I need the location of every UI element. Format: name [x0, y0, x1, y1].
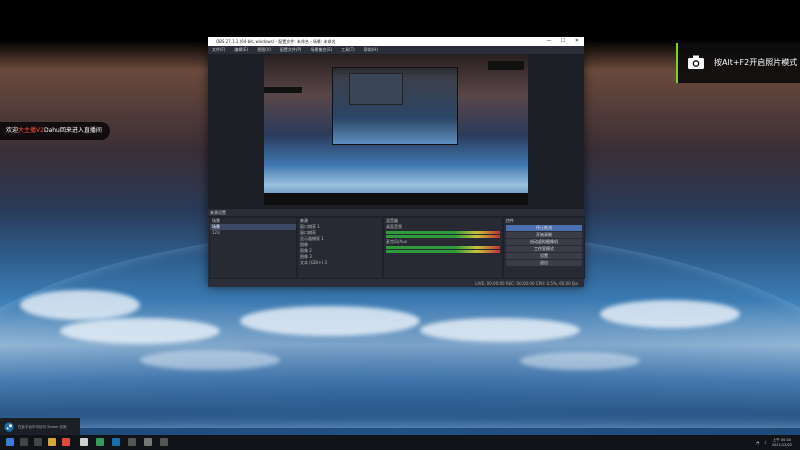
preview-tooltip	[264, 87, 302, 93]
network-icon[interactable]: ◔	[756, 440, 760, 445]
clock-date: 2021/12/02	[771, 442, 792, 447]
obs-window[interactable]: OBS 27.1.1 (64-bit, windows) - 配置文件: 未命名…	[208, 37, 585, 287]
source-item[interactable]: 文本 (GDI+) 3	[298, 260, 382, 266]
start-icon[interactable]	[6, 438, 14, 446]
close-button[interactable]: ✕	[570, 37, 584, 46]
obs-taskbar-icon[interactable]	[128, 438, 136, 446]
chrome-icon[interactable]	[96, 438, 104, 446]
mixer-dock: 混音器 桌面音频 麦克风/Aux	[383, 217, 503, 279]
scenes-dock: 场景 场景 123	[209, 217, 297, 279]
mixer-track: 桌面音频	[386, 224, 402, 229]
welcome-banner: 欢迎大主播V2Dahu回来进入直播间	[0, 122, 110, 140]
volume-icon[interactable]: ♪	[764, 440, 767, 445]
task-view-icon[interactable]	[34, 438, 42, 446]
app-icon[interactable]	[62, 438, 70, 446]
preview-control-bar	[264, 193, 528, 205]
menu-file[interactable]: 文件(F)	[212, 46, 225, 54]
obs-window-title: OBS 27.1.1 (64-bit, windows) - 配置文件: 未命名…	[216, 39, 336, 44]
menu-view[interactable]: 视图(V)	[257, 46, 271, 54]
minimize-button[interactable]: —	[542, 37, 556, 46]
stream-preview[interactable]	[264, 55, 528, 205]
maximize-button[interactable]: ☐	[556, 37, 570, 46]
settings-button[interactable]: 设置	[506, 253, 582, 259]
scene-item[interactable]: 123	[210, 230, 296, 236]
welcome-suffix: Dahu回来进入直播间	[43, 127, 102, 134]
system-tray: ◔ ♪ 上午 00:00 2021/12/02	[756, 437, 792, 448]
photo-mode-hint: 按Alt+F2开启照片模式	[676, 43, 800, 83]
menu-tools[interactable]: 工具(T)	[341, 46, 355, 54]
obs-title-bar[interactable]: OBS 27.1.1 (64-bit, windows) - 配置文件: 未命名…	[208, 37, 584, 46]
search-icon[interactable]	[20, 438, 28, 446]
app-icon[interactable]	[80, 438, 88, 446]
window-controls: — ☐ ✕	[542, 37, 584, 46]
welcome-prefix: 欢迎	[6, 127, 19, 134]
app-icon[interactable]	[160, 438, 168, 446]
controls-header: 控件	[506, 218, 514, 223]
volume-meter	[386, 250, 500, 253]
nested-obs-window	[349, 73, 403, 105]
docks-area: 来源设置 场景 场景 123 来源 窗口捕获 1 窗口捕获 显示器捕获 1 图像…	[208, 209, 585, 279]
controls-dock: 控件 停止推流 开始录制 启动虚拟摄像机 工作室模式 设置 退出	[503, 217, 585, 279]
camera-icon	[688, 55, 704, 69]
taskbar: ◔ ♪ 上午 00:00 2021/12/02	[0, 435, 800, 450]
steam-taskbar-icon[interactable]	[112, 438, 120, 446]
menu-profile[interactable]: 配置文件(P)	[280, 46, 302, 54]
source-settings-label: 来源设置	[210, 210, 226, 215]
preview-badge	[488, 61, 524, 70]
sources-dock: 来源 窗口捕获 1 窗口捕获 显示器捕获 1 图像 图像 2 图像 3 文本 (…	[297, 217, 383, 279]
toast-text: 在此平台中可访问 Steam 应用	[18, 425, 67, 429]
photo-mode-text: 按Alt+F2开启照片模式	[714, 58, 798, 67]
app-icon[interactable]	[144, 438, 152, 446]
steam-icon	[4, 422, 14, 432]
volume-meter	[386, 231, 500, 234]
nested-preview	[332, 67, 458, 145]
clock-time: 上午 00:00	[772, 437, 791, 442]
volume-meter	[386, 246, 500, 249]
stop-streaming-button[interactable]: 停止推流	[506, 225, 582, 231]
menu-scene-collection[interactable]: 场景集合(S)	[310, 46, 332, 54]
menu-edit[interactable]: 编辑(E)	[234, 46, 248, 54]
virtual-camera-button[interactable]: 启动虚拟摄像机	[506, 239, 582, 245]
welcome-highlight: 大主播V2	[18, 127, 44, 134]
start-recording-button[interactable]: 开始录制	[506, 232, 582, 238]
volume-meter	[386, 235, 500, 238]
menu-help[interactable]: 帮助(H)	[364, 46, 378, 54]
file-explorer-icon[interactable]	[48, 438, 56, 446]
obs-status-bar: LIVE: 00:00:00 REC: 00:00:00 CPU: 0.5%, …	[208, 280, 584, 287]
exit-button[interactable]: 退出	[506, 260, 582, 266]
studio-mode-button[interactable]: 工作室模式	[506, 246, 582, 252]
clock[interactable]: 上午 00:00 2021/12/02	[772, 438, 792, 448]
obs-menu-bar: 文件(F) 编辑(E) 视图(V) 配置文件(P) 场景集合(S) 工具(T) …	[208, 46, 584, 54]
source-settings-bar: 来源设置	[208, 209, 584, 217]
mixer-track: 麦克风/Aux	[386, 239, 407, 244]
